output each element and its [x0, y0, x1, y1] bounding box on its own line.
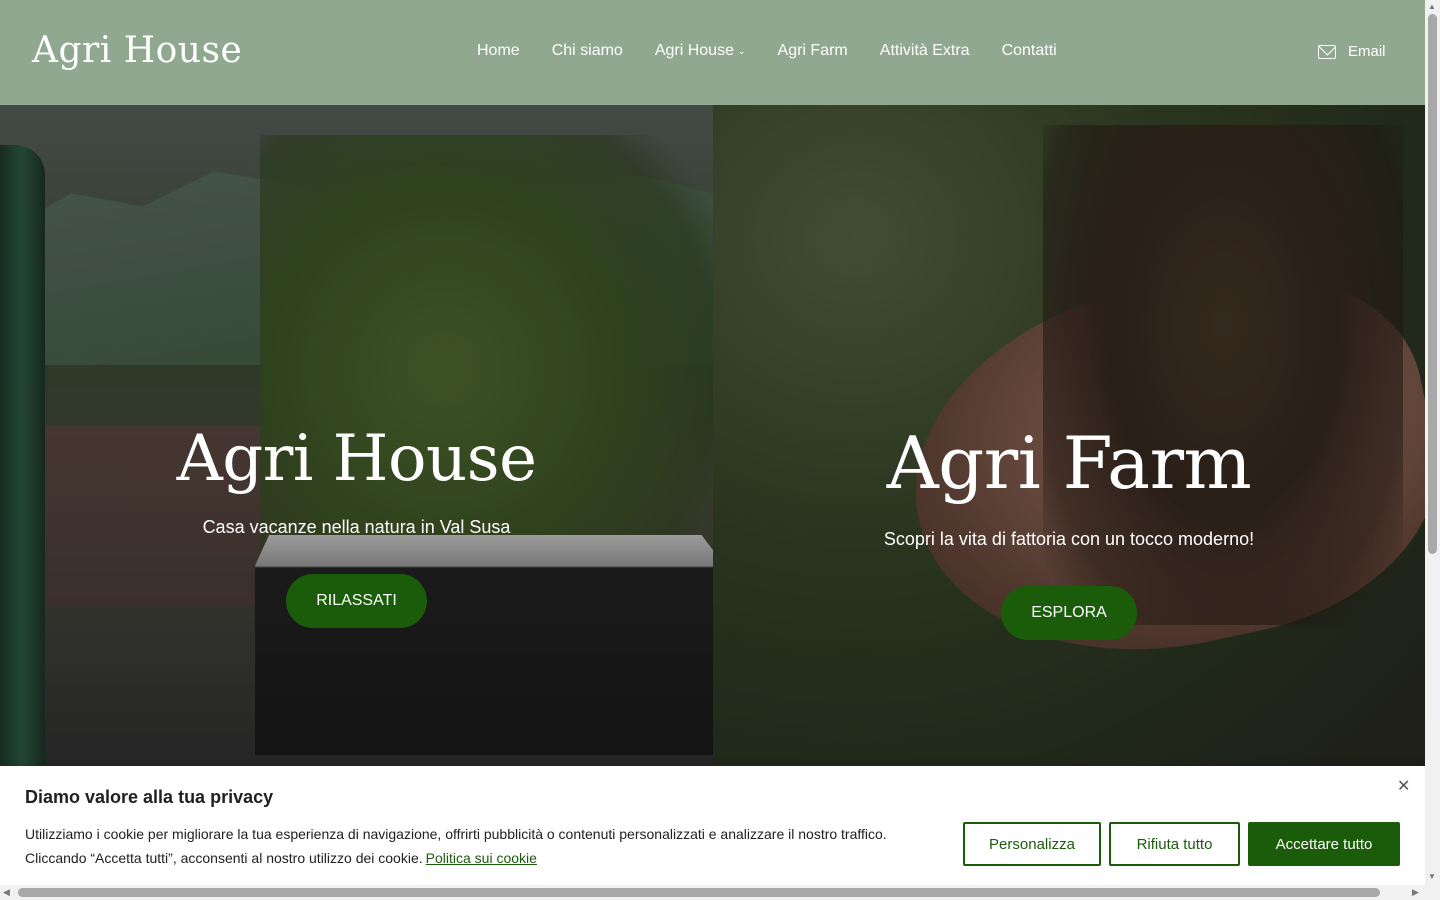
- cookie-text-line-2: Cliccando “Accetta tutti”, acconsenti al…: [25, 850, 537, 866]
- chevron-down-icon: ⌄: [737, 45, 746, 56]
- close-icon[interactable]: ✕: [1397, 776, 1410, 796]
- nav-item-agri-house[interactable]: Agri House ⌄: [655, 42, 746, 60]
- cookie-text-line-1: Utilizziamo i cookie per migliorare la t…: [25, 826, 887, 842]
- nav-item-home[interactable]: Home: [477, 42, 520, 60]
- nav-item-attivita-extra[interactable]: Attività Extra: [880, 42, 970, 60]
- scroll-down-icon[interactable]: ▼: [1428, 872, 1436, 881]
- nav-item-label: Contatti: [1001, 42, 1057, 59]
- cookie-banner: Diamo valore alla tua privacy Utilizziam…: [0, 766, 1425, 886]
- email-link[interactable]: Email: [1318, 43, 1386, 60]
- horizontal-scroll-thumb[interactable]: [18, 888, 1380, 897]
- site-logo[interactable]: Agri House: [32, 30, 242, 71]
- hero-title: Agri Farm: [886, 421, 1252, 505]
- scrollbar-corner: [1425, 885, 1440, 900]
- cookie-policy-link[interactable]: Politica sui cookie: [426, 850, 537, 866]
- vertical-scrollbar[interactable]: ▲ ▼: [1425, 0, 1440, 885]
- scroll-left-icon[interactable]: ◀: [3, 887, 10, 898]
- nav-item-label: Attività Extra: [879, 42, 970, 59]
- hero-panel-agri-house: Agri House Casa vacanze nella natura in …: [0, 105, 713, 767]
- hero-content: Agri House Casa vacanze nella natura in …: [0, 427, 713, 628]
- site-header: Agri House Home Chi siamo Agri House ⌄ Ag…: [0, 0, 1425, 105]
- nav-item-label: Chi siamo: [551, 42, 623, 59]
- esplora-button[interactable]: ESPLORA: [1001, 586, 1137, 640]
- customize-button[interactable]: Personalizza: [963, 822, 1101, 866]
- mail-icon: [1318, 44, 1336, 59]
- reject-all-button[interactable]: Rifiuta tutto: [1109, 822, 1240, 866]
- nav-item-contatti[interactable]: Contatti: [1002, 42, 1057, 60]
- vertical-scroll-thumb[interactable]: [1428, 14, 1437, 554]
- scroll-right-icon[interactable]: ▶: [1412, 887, 1419, 898]
- hero-panel-agri-farm: Agri Farm Scopri la vita di fattoria con…: [713, 105, 1425, 767]
- hero-subtitle: Scopri la vita di fattoria con un tocco …: [883, 529, 1255, 549]
- scroll-up-icon[interactable]: ▲: [1428, 2, 1436, 11]
- nav-item-agri-farm[interactable]: Agri Farm: [778, 42, 848, 60]
- cookie-text: Utilizziamo i cookie per migliorare la t…: [25, 822, 925, 870]
- cookie-title: Diamo valore alla tua privacy: [25, 787, 274, 807]
- hero-title: Agri House: [176, 422, 537, 496]
- rilassati-button[interactable]: RILASSATI: [286, 574, 427, 628]
- accept-all-button[interactable]: Accettare tutto: [1248, 822, 1400, 866]
- hero-content: Agri Farm Scopri la vita di fattoria con…: [713, 427, 1425, 640]
- horizontal-scrollbar[interactable]: ◀ ▶: [0, 885, 1425, 900]
- email-label: Email: [1348, 43, 1386, 60]
- hero-subtitle: Casa vacanze nella natura in Val Susa: [202, 517, 511, 537]
- nav-item-label: Home: [477, 42, 520, 59]
- main-nav: Home Chi siamo Agri House ⌄ Agri Farm Att…: [477, 42, 1089, 60]
- nav-item-chi-siamo[interactable]: Chi siamo: [552, 42, 623, 60]
- nav-item-label: Agri House: [654, 42, 734, 59]
- nav-item-label: Agri Farm: [777, 42, 848, 59]
